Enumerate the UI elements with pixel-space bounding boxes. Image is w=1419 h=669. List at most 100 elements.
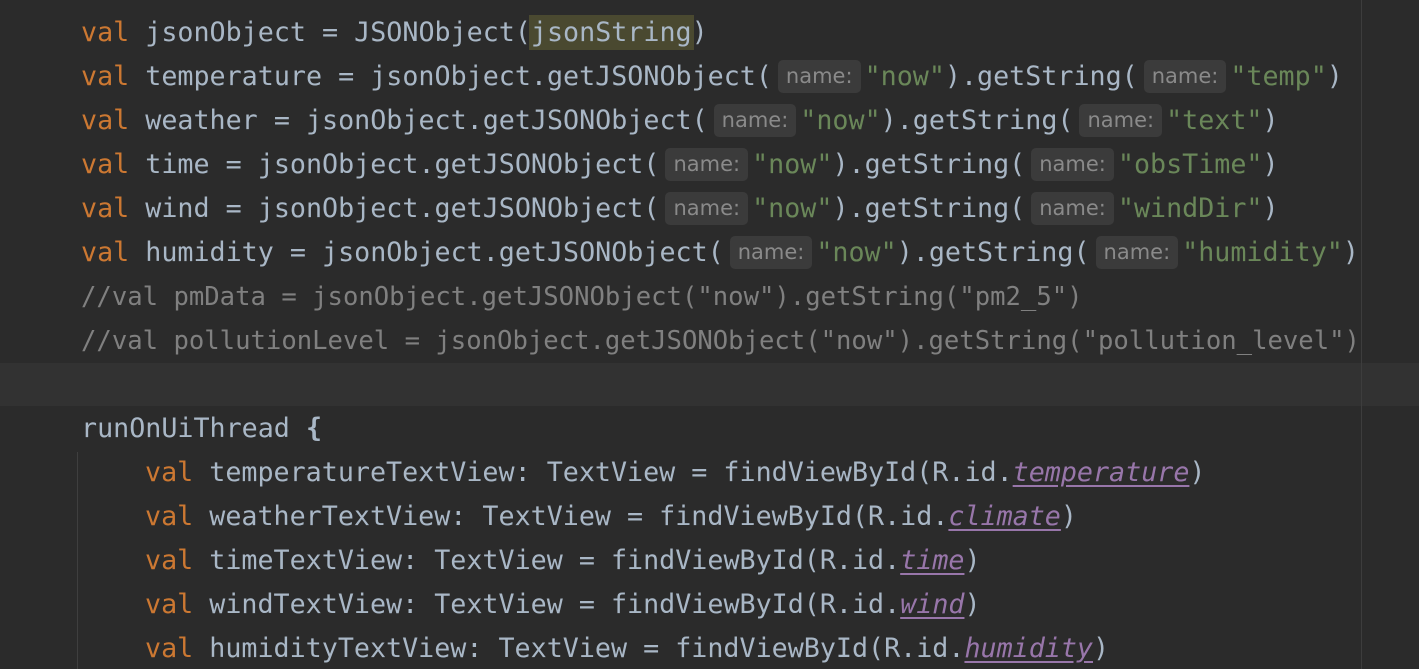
resource-field: temperature: [1012, 457, 1190, 488]
resource-field: climate: [948, 501, 1061, 532]
identifier: temperature: [145, 61, 323, 92]
close-paren: ): [964, 545, 981, 576]
keyword: val: [145, 633, 194, 664]
type-call: : TextView = findViewById(R.id.: [514, 457, 1013, 488]
method-call: jsonObject.getJSONObject(: [305, 105, 708, 136]
method-call: ).getString(: [896, 237, 1090, 268]
string-literal: "now": [752, 193, 833, 224]
code-line[interactable]: val wind = jsonObject.getJSONObject(name…: [81, 187, 1279, 231]
method-call: ).getString(: [880, 105, 1074, 136]
close-paren: ): [691, 17, 708, 48]
method-call: ).getString(: [944, 61, 1138, 92]
keyword: val: [81, 193, 130, 224]
code-line[interactable]: val humidity = jsonObject.getJSONObject(…: [81, 231, 1359, 275]
right-margin-guide: [1361, 0, 1362, 669]
type-call: : TextView = findViewById(R.id.: [466, 633, 965, 664]
method-call: ).getString(: [832, 193, 1026, 224]
current-line-highlight: [0, 363, 1419, 406]
keyword: val: [81, 61, 130, 92]
method-call: ).getString(: [832, 149, 1026, 180]
comment-text: //val pollutionLevel = jsonObject.getJSO…: [81, 326, 1360, 356]
operator: =: [322, 61, 371, 92]
identifier: timeTextView: [209, 545, 403, 576]
code-line[interactable]: val timeTextView: TextView = findViewByI…: [145, 539, 981, 583]
close-paren: ): [1093, 633, 1110, 664]
resource-field: humidity: [964, 633, 1093, 664]
string-literal: "now": [864, 61, 945, 92]
code-editor[interactable]: val jsonObject = JSONObject(jsonString) …: [0, 0, 1419, 669]
parameter-hint: name:: [729, 236, 813, 269]
close-paren: ): [1342, 237, 1359, 268]
parameter-hint: name:: [1095, 236, 1179, 269]
string-literal: "obsTime": [1117, 149, 1263, 180]
keyword: val: [81, 105, 130, 136]
string-literal: "text": [1166, 105, 1263, 136]
parameter-hint: name:: [1031, 148, 1114, 181]
close-paren: ): [1262, 193, 1279, 224]
resource-field: wind: [900, 589, 965, 620]
type-call: : TextView = findViewById(R.id.: [402, 589, 901, 620]
code-line[interactable]: val jsonObject = JSONObject(jsonString): [81, 11, 708, 55]
code-line[interactable]: runOnUiThread {: [81, 407, 322, 451]
string-literal: "now": [800, 105, 881, 136]
constructor-call: JSONObject(: [354, 17, 531, 48]
close-paren: ): [1060, 501, 1077, 532]
code-line[interactable]: val weather = jsonObject.getJSONObject(n…: [81, 99, 1279, 143]
code-line[interactable]: val humidityTextView: TextView = findVie…: [145, 627, 1109, 669]
close-paren: ): [1262, 105, 1279, 136]
keyword: val: [145, 545, 194, 576]
parameter-hint: name:: [713, 104, 797, 137]
string-literal: "temp": [1230, 61, 1327, 92]
parameter-hint: name:: [1143, 60, 1227, 93]
identifier: windTextView: [209, 589, 403, 620]
string-literal: "now": [816, 237, 897, 268]
parameter-hint: name:: [1079, 104, 1163, 137]
string-literal: "now": [752, 149, 833, 180]
operator: =: [257, 105, 306, 136]
string-literal: "humidity": [1182, 237, 1343, 268]
identifier: temperatureTextView: [209, 457, 515, 488]
parameter-hint: name:: [777, 60, 861, 93]
comment-text: //val pmData = jsonObject.getJSONObject(…: [81, 282, 1083, 312]
identifier: weather: [145, 105, 258, 136]
resource-field: time: [900, 545, 965, 576]
code-line[interactable]: val temperatureTextView: TextView = find…: [145, 451, 1205, 495]
method-call: jsonObject.getJSONObject(: [370, 61, 772, 92]
code-line[interactable]: val windTextView: TextView = findViewByI…: [145, 583, 981, 627]
parameter-hint: name:: [665, 148, 749, 181]
string-literal: "windDir": [1117, 193, 1263, 224]
close-paren: ): [1262, 149, 1279, 180]
type-call: : TextView = findViewById(R.id.: [450, 501, 949, 532]
code-line[interactable]: val weatherTextView: TextView = findView…: [145, 495, 1077, 539]
identifier: weatherTextView: [209, 501, 451, 532]
method-call: jsonObject.getJSONObject(: [257, 149, 660, 180]
operator: =: [305, 17, 355, 48]
method-call: jsonObject.getJSONObject(: [257, 193, 660, 224]
operator: =: [273, 237, 323, 268]
comment-line[interactable]: //val pollutionLevel = jsonObject.getJSO…: [81, 319, 1360, 363]
method-call: jsonObject.getJSONObject(: [322, 237, 724, 268]
keyword: val: [145, 501, 194, 532]
operator: =: [209, 193, 258, 224]
code-line[interactable]: val temperature = jsonObject.getJSONObje…: [81, 55, 1343, 99]
identifier: jsonObject: [145, 17, 306, 48]
identifier: humidity: [145, 237, 274, 268]
close-paren: ): [1326, 61, 1343, 92]
keyword: val: [81, 149, 130, 180]
open-brace: {: [305, 413, 323, 444]
comment-line[interactable]: //val pmData = jsonObject.getJSONObject(…: [81, 275, 1083, 319]
close-paren: ): [1189, 457, 1206, 488]
function-call: runOnUiThread: [81, 413, 306, 444]
parameter-hint: name:: [665, 192, 749, 225]
operator: =: [209, 149, 258, 180]
code-line[interactable]: val time = jsonObject.getJSONObject(name…: [81, 143, 1279, 187]
identifier: time: [145, 149, 210, 180]
identifier: wind: [145, 193, 210, 224]
keyword: val: [145, 457, 194, 488]
identifier: humidityTextView: [209, 633, 467, 664]
indent-guide: [77, 452, 78, 669]
keyword: val: [81, 17, 130, 48]
keyword: val: [81, 237, 130, 268]
type-call: : TextView = findViewById(R.id.: [402, 545, 901, 576]
keyword: val: [145, 589, 194, 620]
